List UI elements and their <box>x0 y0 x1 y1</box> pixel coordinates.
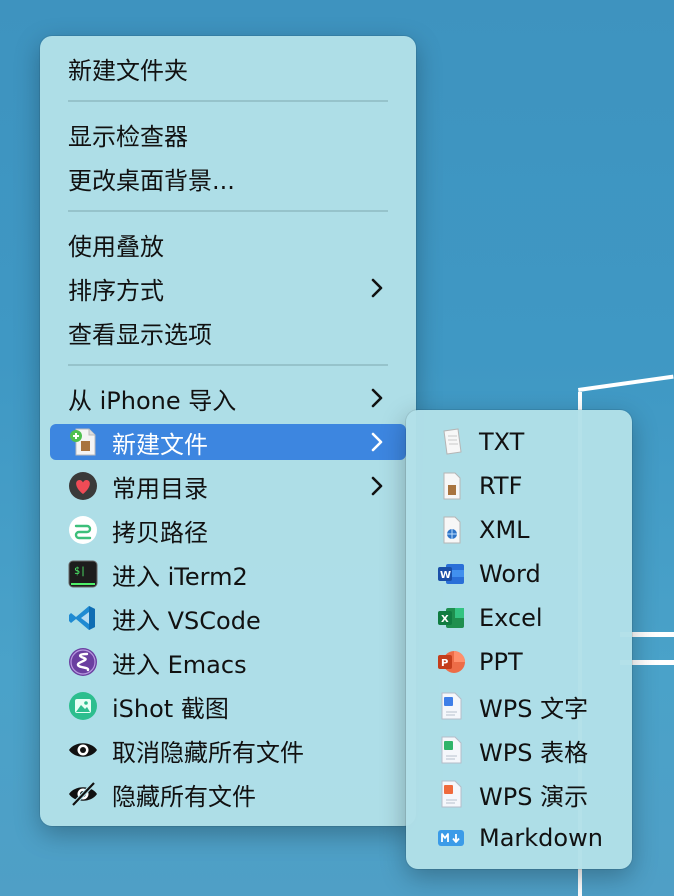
iterm-icon: $| <box>68 560 98 588</box>
menu-item-unhide-all[interactable]: 取消隐藏所有文件 <box>50 732 406 768</box>
vscode-icon <box>69 606 95 630</box>
menu-separator <box>68 364 388 366</box>
chevron-right-icon <box>371 388 383 408</box>
menu-item-use-stacks[interactable]: 使用叠放 <box>50 226 406 262</box>
submenu-item-markdown[interactable]: Markdown <box>416 820 622 856</box>
menu-item-common-dirs[interactable]: 常用目录 <box>50 468 406 504</box>
svg-text:$|: $| <box>74 566 86 577</box>
chevron-right-icon <box>371 278 383 298</box>
menu-item-label: 查看显示选项 <box>68 320 212 349</box>
submenu-item-label: Excel <box>479 604 543 632</box>
menu-item-ishot[interactable]: iShot 截图 <box>50 688 406 724</box>
submenu-item-wps-text[interactable]: WPS 文字 <box>416 688 622 724</box>
chevron-right-icon <box>371 476 383 496</box>
menu-item-label: 进入 iTerm2 <box>112 562 248 591</box>
heart-icon <box>69 472 97 500</box>
submenu-item-label: Markdown <box>479 824 603 852</box>
menu-item-label: 新建文件夹 <box>68 56 188 85</box>
wps-text-icon <box>441 692 462 720</box>
menu-item-new-file[interactable]: 新建文件 <box>50 424 406 460</box>
rtf-file-icon <box>443 472 461 500</box>
menu-item-import-from-iphone[interactable]: 从 iPhone 导入 <box>50 380 406 416</box>
eye-slash-icon <box>69 781 97 807</box>
menu-item-label: 常用目录 <box>112 474 208 503</box>
emacs-icon <box>69 648 97 676</box>
svg-text:X: X <box>441 614 449 625</box>
xml-file-icon <box>443 516 461 544</box>
menu-item-view-options[interactable]: 查看显示选项 <box>50 314 406 350</box>
submenu-item-excel[interactable]: X Excel <box>416 600 622 636</box>
new-file-icon <box>70 428 96 456</box>
menu-item-sort-by[interactable]: 排序方式 <box>50 270 406 306</box>
txt-file-icon <box>443 428 462 455</box>
ishot-icon <box>69 692 97 720</box>
menu-item-label: 使用叠放 <box>68 232 164 261</box>
menu-item-label: iShot 截图 <box>112 694 229 723</box>
menu-separator <box>68 100 388 102</box>
menu-item-open-iterm[interactable]: $| 进入 iTerm2 <box>50 556 406 592</box>
menu-item-label: 从 iPhone 导入 <box>68 386 237 415</box>
wps-sheet-icon <box>441 736 462 764</box>
submenu-item-txt[interactable]: TXT <box>416 424 622 460</box>
menu-item-label: 隐藏所有文件 <box>112 782 256 811</box>
menu-item-label: 取消隐藏所有文件 <box>112 738 304 767</box>
chevron-right-icon <box>371 432 383 452</box>
menu-item-show-inspector[interactable]: 显示检查器 <box>50 116 406 152</box>
submenu-item-wps-sheet[interactable]: WPS 表格 <box>416 732 622 768</box>
submenu-item-label: RTF <box>479 472 523 500</box>
menu-item-label: 拷贝路径 <box>112 518 208 547</box>
menu-item-copy-path[interactable]: 拷贝路径 <box>50 512 406 548</box>
menu-item-open-vscode[interactable]: 进入 VSCode <box>50 600 406 636</box>
new-file-submenu: TXT RTF XML W Word X Excel P PPT WPS 文字 … <box>406 410 632 869</box>
eye-icon <box>69 743 97 757</box>
submenu-item-label: WPS 表格 <box>479 738 589 767</box>
path-icon <box>69 516 97 544</box>
submenu-item-rtf[interactable]: RTF <box>416 468 622 504</box>
menu-item-change-background[interactable]: 更改桌面背景... <box>50 160 406 196</box>
desktop-line <box>578 374 674 392</box>
menu-item-label: 更改桌面背景... <box>68 166 235 195</box>
submenu-item-label: TXT <box>479 428 525 456</box>
word-icon: W <box>438 564 464 584</box>
menu-item-label: 新建文件 <box>112 430 208 459</box>
desktop-context-menu: 新建文件夹 显示检查器 更改桌面背景... 使用叠放 排序方式 查看显示选项 从… <box>40 36 416 826</box>
menu-item-label: 显示检查器 <box>68 122 188 151</box>
menu-item-label: 进入 VSCode <box>112 606 261 635</box>
submenu-item-label: XML <box>479 516 530 544</box>
svg-text:P: P <box>441 658 448 669</box>
submenu-item-label: PPT <box>479 648 523 676</box>
powerpoint-icon: P <box>438 651 465 673</box>
wps-presentation-icon <box>441 780 462 808</box>
svg-text:W: W <box>440 570 451 581</box>
submenu-item-label: Word <box>479 560 541 588</box>
submenu-item-label: WPS 演示 <box>479 782 589 811</box>
menu-item-label: 排序方式 <box>68 276 164 305</box>
submenu-item-wps-show[interactable]: WPS 演示 <box>416 776 622 812</box>
menu-item-open-emacs[interactable]: 进入 Emacs <box>50 644 406 680</box>
markdown-icon <box>438 830 464 846</box>
submenu-item-word[interactable]: W Word <box>416 556 622 592</box>
menu-item-label: 进入 Emacs <box>112 650 247 679</box>
submenu-item-ppt[interactable]: P PPT <box>416 644 622 680</box>
submenu-item-label: WPS 文字 <box>479 694 589 723</box>
menu-item-new-folder[interactable]: 新建文件夹 <box>50 50 406 86</box>
menu-separator <box>68 210 388 212</box>
submenu-item-xml[interactable]: XML <box>416 512 622 548</box>
excel-icon: X <box>438 608 464 628</box>
menu-item-hide-all[interactable]: 隐藏所有文件 <box>50 776 406 812</box>
